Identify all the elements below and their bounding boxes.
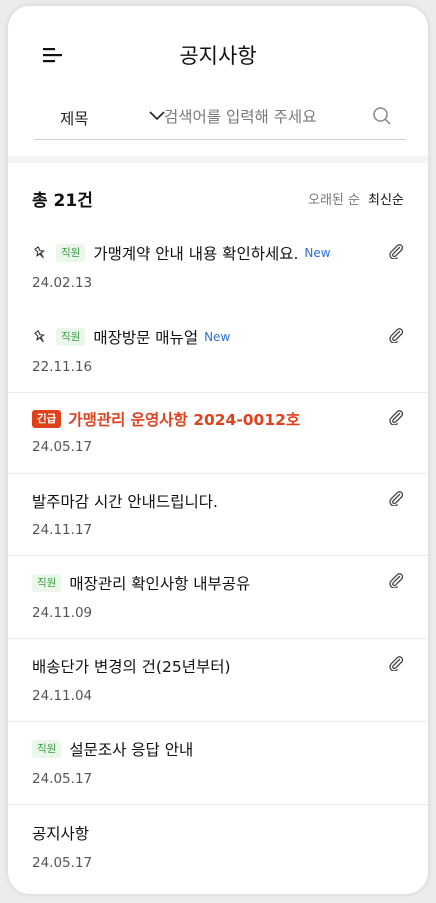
notice-title: 공지사항 [32, 825, 90, 843]
paperclip-icon[interactable] [388, 655, 404, 671]
notice-date: 24.11.17 [32, 522, 93, 538]
notice-title: 매장관리 확인사항 내부공유 [69, 575, 251, 593]
staff-badge: 직원 [32, 574, 62, 592]
total-count: 총 21건 [32, 191, 93, 211]
notice-date: 24.02.13 [32, 275, 93, 291]
new-badge: New [204, 330, 231, 344]
list-item[interactable]: 배송단가 변경의 건(25년부터) 24.11.04 [8, 639, 428, 722]
urgent-badge: 긴급 [32, 410, 62, 428]
notice-title: 가맹관리 운영사항 2024-0012호 [68, 411, 301, 429]
staff-badge: 직원 [56, 244, 86, 262]
staff-badge: 직원 [32, 740, 62, 758]
app-frame: 공지사항 제목 총 21건 오래된 순 최신순 직 [8, 6, 428, 894]
list-item[interactable]: 직원 가맹계약 안내 내용 확인하세요. New 24.02.13 [8, 235, 428, 317]
search-input[interactable] [164, 102, 364, 132]
notice-date: 24.05.17 [32, 771, 93, 787]
sort-oldest-button[interactable]: 오래된 순 [308, 189, 360, 208]
notice-date: 24.11.09 [32, 605, 93, 621]
list-item[interactable]: 긴급 가맹관리 운영사항 2024-0012호 24.05.17 [8, 393, 428, 474]
paperclip-icon[interactable] [388, 243, 404, 259]
search-bar: 제목 [34, 102, 406, 140]
list-item[interactable]: 직원 매장관리 확인사항 내부공유 24.11.09 [8, 556, 428, 639]
list-item[interactable]: 발주마감 시간 안내드립니다. 24.11.17 [8, 474, 428, 556]
paperclip-icon[interactable] [388, 409, 404, 425]
paperclip-icon[interactable] [388, 572, 404, 588]
sort-newest-button[interactable]: 최신순 [368, 189, 404, 208]
list-item[interactable]: 공지사항 24.05.17 [8, 805, 428, 888]
notice-date: 22.11.16 [32, 359, 93, 375]
notice-title: 설문조사 응답 안내 [69, 741, 194, 759]
staff-badge: 직원 [56, 328, 86, 346]
search-field-label: 제목 [60, 110, 89, 128]
page-title: 공지사항 [179, 44, 257, 68]
pin-icon [32, 245, 48, 261]
notice-title: 가맹계약 안내 내용 확인하세요. [93, 245, 299, 263]
new-badge: New [304, 246, 331, 260]
paperclip-icon[interactable] [388, 490, 404, 506]
notice-date: 24.11.04 [32, 688, 93, 704]
search-icon[interactable] [372, 106, 392, 126]
notice-date: 24.05.17 [32, 439, 93, 455]
notice-title: 매장방문 매뉴얼 [93, 329, 199, 347]
notice-title: 발주마감 시간 안내드립니다. [32, 493, 218, 511]
notice-date: 24.05.17 [32, 855, 93, 871]
notice-list-panel: 총 21건 오래된 순 최신순 직원 가맹계약 안내 내용 확인하세요. New… [8, 163, 428, 894]
list-item[interactable]: 직원 설문조사 응답 안내 24.05.17 [8, 722, 428, 805]
top-bar: 공지사항 제목 [8, 6, 428, 156]
search-field-select[interactable]: 제목 [60, 107, 165, 131]
list-item[interactable]: 직원 매장방문 매뉴얼 New 22.11.16 [8, 317, 428, 393]
pin-icon [32, 329, 48, 345]
paperclip-icon[interactable] [388, 327, 404, 343]
notice-title: 배송단가 변경의 건(25년부터) [32, 658, 231, 676]
